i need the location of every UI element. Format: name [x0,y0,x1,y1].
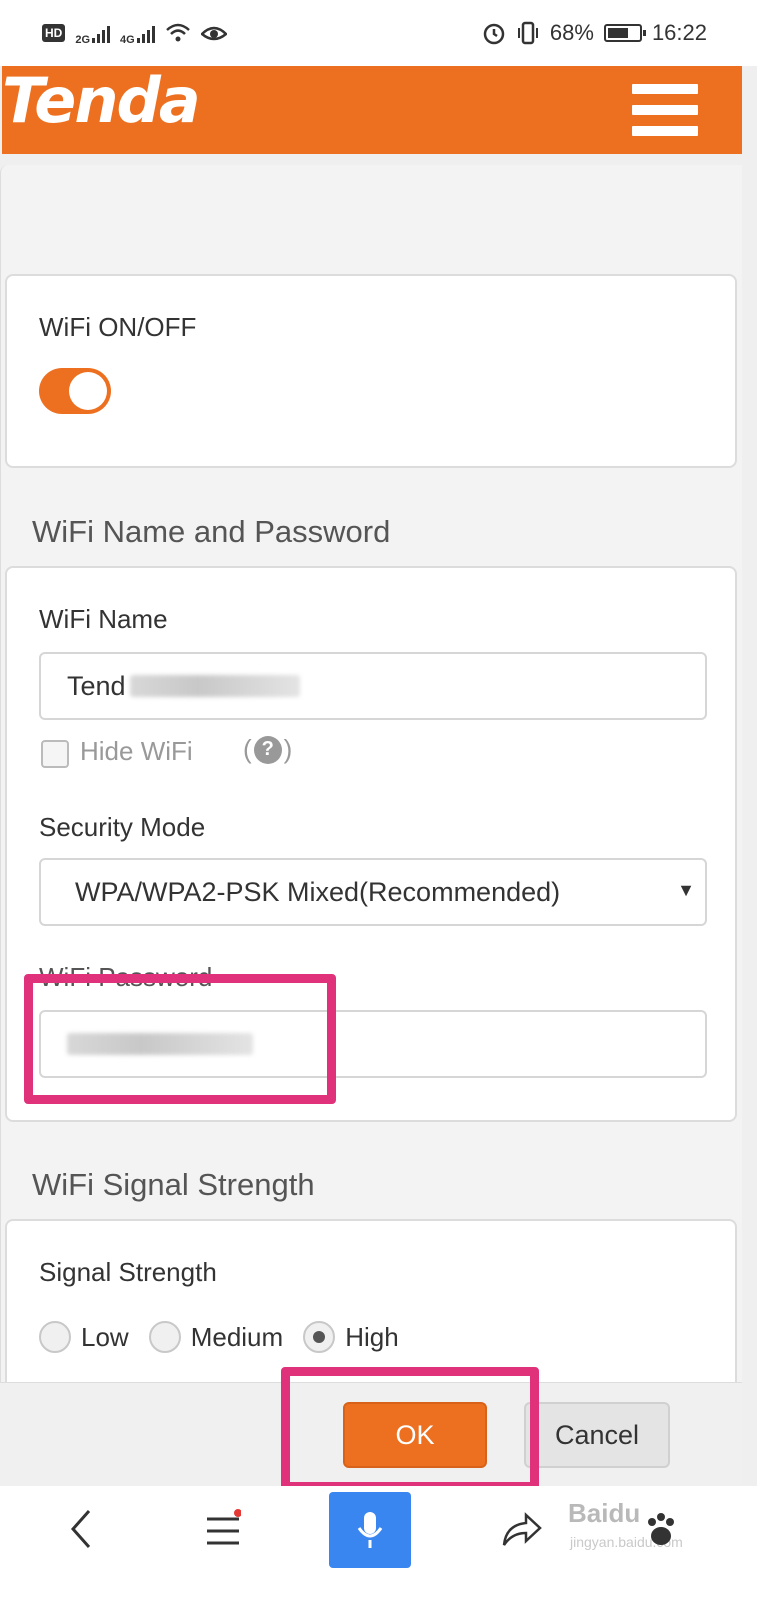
hamburger-menu-icon[interactable] [632,84,698,136]
radio-medium-label: Medium [190,1321,284,1352]
ok-button[interactable]: OK [343,1402,487,1468]
name-password-card: WiFi Name Tend Hide WiFi ( ? ) Security … [5,566,737,1122]
wifi-name-input[interactable]: Tend [39,652,707,720]
clock: 16:22 [651,20,707,45]
network-type-2g: 2G [75,34,91,46]
back-icon[interactable] [56,1486,106,1572]
tenda-logo: Tenda [2,64,201,137]
app-header: Tenda [2,66,742,154]
network-type-4g: 4G [120,34,135,46]
help-icon[interactable]: ? [253,735,282,764]
radio-high-label: High [345,1321,399,1352]
dropdown-arrow-icon: ▼ [677,880,695,900]
wifi-switch-label: WiFi ON/OFF [39,312,197,342]
signal-4g-icon [136,23,155,43]
section-title-signal: WiFi Signal Strength [32,1167,315,1202]
eye-comfort-icon [200,26,227,41]
radio-high[interactable] [303,1321,336,1353]
section-title-name-password: WiFi Name and Password [32,514,391,549]
wifi-switch-card: WiFi ON/OFF [5,274,737,468]
signal-radio-group: Low Medium High [39,1321,419,1353]
battery-icon [603,24,646,42]
hide-wifi-checkbox[interactable] [41,740,69,768]
radio-low[interactable] [39,1321,71,1353]
cancel-button[interactable]: Cancel [524,1402,670,1468]
security-mode-label: Security Mode [39,812,206,842]
radio-medium[interactable] [148,1321,181,1353]
vibrate-icon [517,21,538,45]
baidu-paw-icon[interactable] [636,1486,686,1572]
share-icon[interactable] [496,1486,546,1572]
menu-icon[interactable] [198,1486,248,1572]
wifi-name-label: WiFi Name [39,604,168,634]
hide-wifi-help: ( ? ) [243,734,292,765]
security-mode-select[interactable]: WPA/WPA2-PSK Mixed(Recommended) ▼ [39,858,707,926]
wifi-name-visible-text: Tend [67,670,126,701]
radio-selected-dot [313,1331,326,1343]
help-paren-open: ( [243,734,252,764]
hide-wifi-label: Hide WiFi [80,736,193,766]
battery-percent: 68% [549,20,594,45]
toggle-knob [69,372,107,410]
wifi-password-label: WiFi Password [39,962,213,992]
blurred-name-text [129,675,300,697]
status-left: HD 2G 4G [42,20,227,46]
action-bar: OK Cancel [0,1382,742,1486]
browser-bottom-nav: Baidu jingyan.baidu.com [0,1486,757,1600]
alarm-icon [483,23,505,45]
security-mode-value: WPA/WPA2-PSK Mixed(Recommended) [75,876,561,907]
wifi-password-input[interactable] [39,1010,707,1078]
status-bar: HD 2G 4G 68% 16:22 [0,0,757,66]
baidu-watermark: Baidu [568,1498,641,1528]
signal-strength-label: Signal Strength [39,1257,217,1287]
status-right: 68% 16:22 [482,20,707,46]
radio-low-label: Low [81,1321,129,1352]
microphone-icon[interactable] [329,1492,411,1568]
wifi-status-icon [165,23,190,42]
wifi-toggle[interactable] [39,368,111,414]
hd-badge: HD [42,24,66,42]
signal-2g-icon [92,23,111,43]
blurred-password-text [67,1033,253,1055]
help-paren-close: ) [283,734,293,764]
